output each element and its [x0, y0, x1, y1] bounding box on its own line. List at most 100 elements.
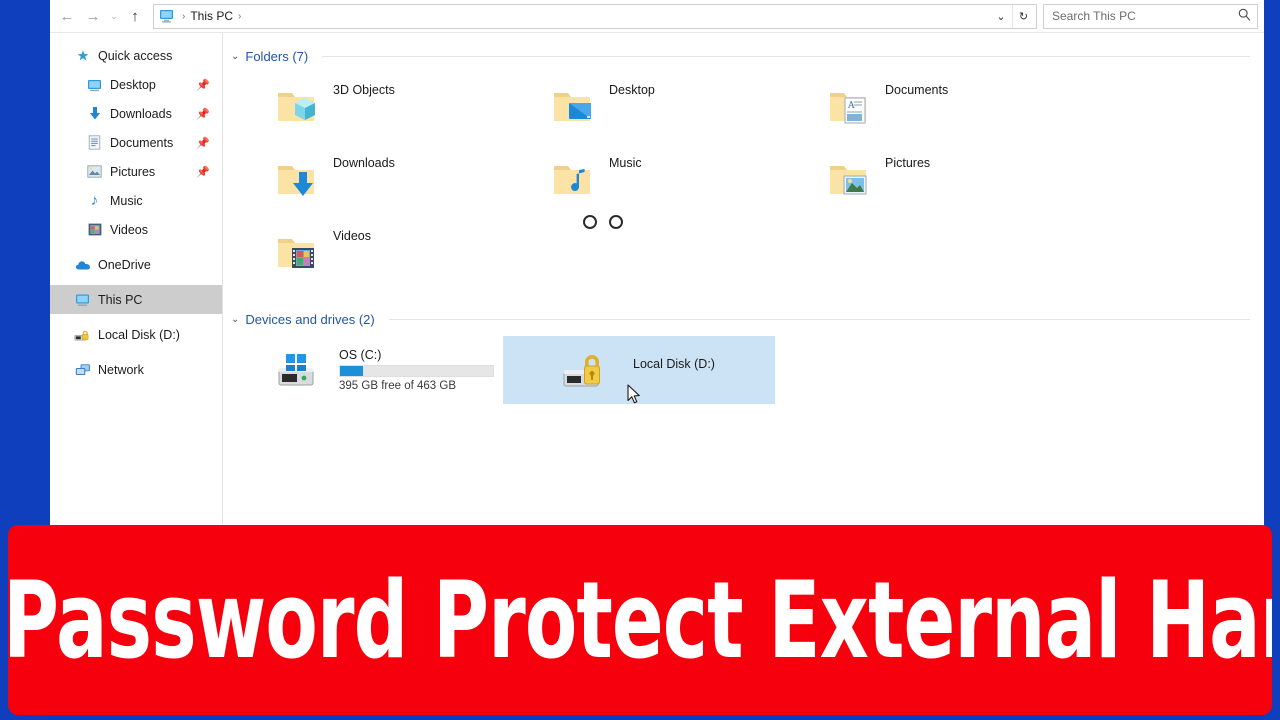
search-icon-svg	[1238, 8, 1251, 21]
search-icon[interactable]	[1238, 8, 1251, 24]
pin-icon[interactable]: 📌	[196, 107, 210, 120]
recent-locations-chevron-down-icon[interactable]: ⌄	[106, 3, 122, 29]
sidebar-item-downloads[interactable]: Downloads 📌	[50, 99, 222, 128]
folder-desktop-icon	[549, 83, 599, 133]
breadcrumb[interactable]: › This PC ›	[159, 9, 990, 23]
desktop-icon-svg	[88, 79, 101, 91]
sidebar-item-label: Pictures	[110, 164, 156, 179]
address-bar[interactable]: › This PC › ⌄ ↻	[153, 3, 1037, 29]
title-banner: How to Password Protect External Hard Dr…	[8, 525, 1272, 715]
explorer-toolbar: ← → ⌄ ↑ › This PC › ⌄ ↻ Search This PC	[50, 0, 1264, 33]
back-arrow-icon[interactable]: ←	[54, 3, 80, 29]
banner-title-text: How to Password Protect External Hard Dr…	[8, 557, 1272, 683]
folder-tile-label: Music	[609, 156, 642, 170]
sidebar-item-pictures[interactable]: Pictures 📌	[50, 157, 222, 186]
file-explorer-window: ← → ⌄ ↑ › This PC › ⌄ ↻ Search This PC Q…	[50, 0, 1264, 538]
this-pc-icon	[159, 9, 174, 23]
folders-group-header[interactable]: ⌄ Folders (7)	[231, 41, 1250, 71]
locked-drive-icon	[563, 348, 617, 392]
folder-tile-videos[interactable]: Videos	[231, 217, 507, 290]
folder-downloads-icon	[273, 156, 323, 206]
sidebar-item-this-pc[interactable]: This PC	[50, 285, 222, 314]
this-pc-icon-svg	[160, 10, 173, 23]
sidebar-item-network[interactable]: Network	[50, 355, 222, 384]
folder-tile-pictures[interactable]: Pictures	[783, 144, 1059, 217]
sidebar-item-label: OneDrive	[98, 257, 151, 272]
group-divider	[322, 55, 1250, 57]
drive-free-space: 395 GB free of 463 GB	[339, 380, 456, 392]
picture-icon-svg	[87, 165, 102, 178]
cloud-icon	[74, 256, 91, 273]
refresh-icon[interactable]: ↻	[1012, 4, 1034, 28]
drive-tile-os-c[interactable]: OS (C:) 395 GB free of 463 GB	[231, 336, 503, 404]
folder-tile-label: Videos	[333, 229, 371, 243]
drive-info: Local Disk (D:)	[633, 357, 715, 371]
drive-tile-local-disk-d[interactable]: Local Disk (D:)	[503, 336, 775, 404]
breadcrumb-separator-2[interactable]: ›	[235, 11, 244, 22]
sidebar-item-label: Downloads	[110, 106, 172, 121]
download-icon-svg	[89, 107, 100, 120]
pin-icon[interactable]: 📌	[196, 136, 210, 149]
devices-group-header[interactable]: ⌄ Devices and drives (2)	[231, 304, 1250, 334]
folder-desktop-icon-svg	[554, 92, 591, 121]
sidebar-item-label: Music	[110, 193, 143, 208]
folder-videos-icon	[273, 229, 323, 279]
sidebar-item-label: Local Disk (D:)	[98, 327, 180, 342]
sidebar-item-label: Videos	[110, 222, 148, 237]
sidebar-item-documents[interactable]: Documents 📌	[50, 128, 222, 157]
folder-tile-downloads[interactable]: Downloads	[231, 144, 507, 217]
sidebar-item-music[interactable]: ♪ Music	[50, 186, 222, 215]
folders-grid: 3D Objects Desktop A Documents Downloads…	[231, 71, 1250, 290]
windows-drive-icon	[277, 348, 331, 392]
folder-pictures-icon-svg	[830, 165, 867, 194]
locked-drive-icon-svg	[74, 330, 89, 341]
windows-drive-icon-svg	[278, 354, 314, 386]
picture-icon	[86, 163, 103, 180]
forward-arrow-icon[interactable]: →	[80, 3, 106, 29]
desktop-icon	[86, 76, 103, 93]
folder-pictures-icon	[825, 156, 875, 206]
sidebar-item-desktop[interactable]: Desktop 📌	[50, 70, 222, 99]
folder-music-icon-svg	[554, 165, 590, 194]
sidebar-item-onedrive[interactable]: OneDrive	[50, 250, 222, 279]
mouse-cursor-icon	[627, 384, 641, 404]
folder-documents-icon: A	[825, 83, 875, 133]
drives-grid: OS (C:) 395 GB free of 463 GB Local Disk…	[231, 336, 1250, 404]
content-pane: ⌄ Folders (7) 3D Objects Desktop A Docum…	[223, 33, 1264, 538]
folder-tile-desktop[interactable]: Desktop	[507, 71, 783, 144]
chevron-down-icon[interactable]: ⌄	[231, 314, 239, 325]
drive-label: Local Disk (D:)	[633, 357, 715, 371]
search-input[interactable]: Search This PC	[1043, 3, 1258, 29]
chevron-down-icon[interactable]: ⌄	[231, 51, 239, 62]
folder-tile-label: Documents	[885, 83, 949, 97]
sidebar-item-label: Documents	[110, 135, 174, 150]
sidebar-item-videos[interactable]: Videos	[50, 215, 222, 244]
folder-tile-music[interactable]: Music	[507, 144, 783, 217]
sidebar-item-quick-access[interactable]: Quick access	[50, 41, 222, 70]
arrow-pointer-icon-svg	[627, 384, 640, 404]
breadcrumb-this-pc[interactable]: This PC	[190, 9, 233, 23]
star-icon	[74, 47, 91, 64]
video-icon	[86, 221, 103, 238]
folder-3d-objects-icon-svg	[278, 92, 315, 121]
drive-label: OS (C:)	[339, 348, 382, 362]
up-arrow-icon[interactable]: ↑	[122, 3, 148, 29]
folder-downloads-icon-svg	[278, 165, 314, 196]
devices-group-title: Devices and drives (2)	[245, 311, 375, 327]
sidebar-item-local-disk-d[interactable]: Local Disk (D:)	[50, 320, 222, 349]
folder-tile-3d-objects[interactable]: 3D Objects	[231, 71, 507, 144]
pin-icon[interactable]: 📌	[196, 78, 210, 91]
capacity-bar-fill	[340, 366, 363, 376]
pin-icon[interactable]: 📌	[196, 165, 210, 178]
this-pc-icon	[74, 291, 91, 308]
folder-videos-icon-svg	[278, 238, 314, 268]
folder-tile-documents[interactable]: A Documents	[783, 71, 1059, 144]
network-icon	[74, 361, 91, 378]
this-pc-icon-svg	[76, 294, 89, 306]
search-placeholder: Search This PC	[1052, 9, 1136, 23]
capacity-bar	[339, 365, 494, 377]
annotation-circle-icon	[583, 215, 597, 229]
folder-music-icon	[549, 156, 599, 206]
address-dropdown-chevron-down-icon[interactable]: ⌄	[990, 5, 1012, 28]
sidebar-item-label: Desktop	[110, 77, 156, 92]
